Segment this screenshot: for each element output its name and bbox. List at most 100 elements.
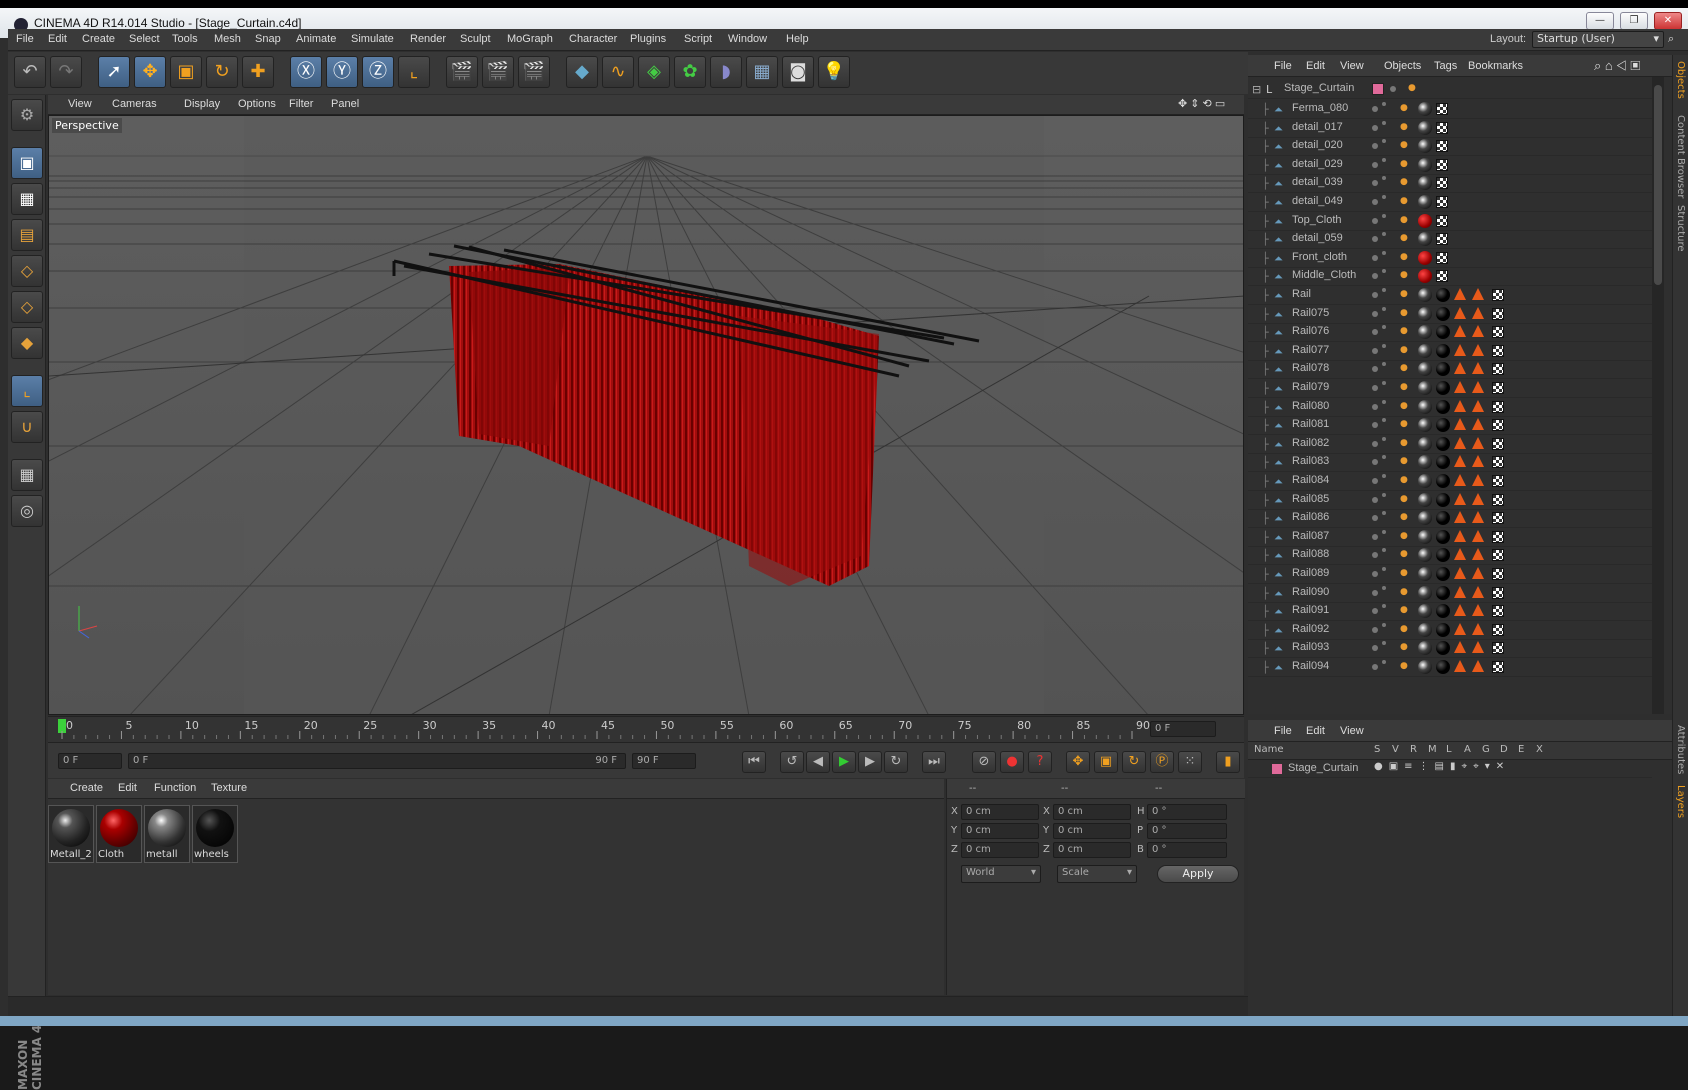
render-visibility-dot[interactable] (1382, 176, 1386, 181)
material-tag-icon[interactable] (1436, 567, 1450, 581)
object-row[interactable]: ├ ⏶ detail_029 ● (1248, 155, 1652, 175)
phong-tag-icon[interactable] (1454, 529, 1466, 542)
render-visibility-dot[interactable] (1382, 232, 1386, 237)
material-swatch[interactable]: Cloth (96, 805, 142, 863)
editor-visibility-dot[interactable] (1372, 143, 1378, 150)
object-row[interactable]: ├ ⏶ Rail092 ● (1248, 620, 1652, 640)
phong-tag-icon[interactable] (1454, 492, 1466, 505)
move-icon[interactable]: ✥ (134, 56, 166, 88)
viewport-menu-panel[interactable]: Panel (331, 98, 359, 110)
material-tag-icon[interactable] (1418, 511, 1432, 526)
material-tag-icon[interactable] (1436, 399, 1450, 414)
texture-mode-icon[interactable]: ▦ (11, 183, 43, 215)
texture-tag-icon[interactable] (1436, 121, 1448, 134)
next-frame-icon[interactable]: ▶ (858, 751, 882, 773)
render-visibility-dot[interactable] (1382, 362, 1386, 367)
material-tag-icon[interactable] (1418, 548, 1432, 563)
phong-tag-icon[interactable] (1454, 604, 1466, 617)
frame-range-slider[interactable]: 0 F 90 F (128, 753, 626, 769)
material-menu-function[interactable]: Function (154, 782, 196, 794)
cube-object-icon[interactable]: ◆ (566, 56, 598, 88)
texture-tag-icon[interactable] (1492, 344, 1504, 357)
editor-visibility-dot[interactable] (1372, 552, 1378, 559)
editor-visibility-dot[interactable] (1372, 366, 1378, 373)
tab-layers[interactable]: Layers (1675, 785, 1686, 818)
texture-tag-icon[interactable] (1492, 475, 1504, 487)
material-tag-icon[interactable] (1436, 474, 1450, 488)
render-visibility-dot[interactable] (1382, 455, 1386, 460)
material-tag-icon[interactable] (1418, 269, 1432, 284)
texture-tag-icon[interactable] (1436, 158, 1448, 171)
timeline-ruler[interactable]: 0 5 10 15 20 25 30 35 40 45 50 55 60 65 70 75 80 85 90 (48, 717, 1244, 743)
material-tag-icon[interactable] (1418, 213, 1432, 228)
restore-button[interactable]: ❐ (1620, 12, 1648, 30)
editor-visibility-dot[interactable] (1372, 571, 1378, 577)
render-visibility-dot[interactable] (1382, 474, 1386, 478)
texture-tag-icon[interactable] (1492, 400, 1504, 413)
material-menu-edit[interactable]: Edit (118, 782, 137, 794)
material-tag-icon[interactable] (1418, 585, 1432, 600)
material-swatch[interactable]: metall (144, 805, 190, 863)
scrollbar-thumb[interactable] (1654, 85, 1662, 285)
undo-icon[interactable]: ↶ (14, 56, 46, 88)
render-visibility-dot[interactable] (1382, 195, 1386, 199)
rot-h-field[interactable]: 0 ° (1147, 804, 1227, 820)
editor-visibility-dot[interactable] (1372, 496, 1378, 503)
material-tag-icon[interactable] (1436, 306, 1450, 321)
material-tag-icon[interactable] (1436, 288, 1450, 302)
key-pla-icon[interactable]: ⁙ (1178, 751, 1202, 773)
phong-tag-icon[interactable] (1454, 288, 1466, 300)
phong-tag-icon[interactable] (1472, 511, 1484, 524)
phong-tag-icon[interactable] (1454, 381, 1466, 393)
phong-tag-icon[interactable] (1454, 660, 1466, 672)
record-keys-icon[interactable]: ⊘ (972, 751, 996, 773)
key-rotation-icon[interactable]: ↻ (1122, 751, 1146, 773)
material-tag-icon[interactable] (1436, 325, 1450, 340)
render-visibility-dot[interactable] (1382, 622, 1386, 627)
texture-tag-icon[interactable] (1436, 214, 1448, 227)
texture-tag-icon[interactable] (1492, 382, 1504, 394)
material-tag-icon[interactable] (1418, 641, 1432, 656)
material-menu-create[interactable]: Create (70, 782, 103, 794)
object-row[interactable]: ├ ⏶ detail_049 ● (1248, 192, 1652, 212)
material-tag-icon[interactable] (1418, 176, 1432, 191)
menu-help[interactable]: Help (786, 33, 809, 45)
object-row[interactable]: ├ ⏶ Rail089 ● (1248, 564, 1652, 584)
visibility-dot[interactable] (1390, 86, 1396, 92)
nurbs-icon[interactable]: ◈ (638, 56, 670, 88)
render-visibility-dot[interactable] (1382, 269, 1386, 274)
render-visibility-dot[interactable] (1382, 492, 1386, 497)
menu-script[interactable]: Script (684, 33, 712, 45)
render-visibility-dot[interactable] (1382, 511, 1386, 516)
om-menu-tags[interactable]: Tags (1434, 60, 1457, 72)
editor-visibility-dot[interactable] (1372, 273, 1378, 280)
editor-visibility-dot[interactable] (1372, 533, 1378, 540)
timeline[interactable]: 0 5 10 15 20 25 30 35 40 45 50 55 60 65 70 75 80 85 90 0 F (48, 716, 1244, 742)
material-tag-icon[interactable] (1418, 325, 1432, 340)
render-visibility-dot[interactable] (1382, 250, 1386, 255)
object-row[interactable]: ├ ⏶ Rail075 ● (1248, 304, 1652, 324)
material-tag-icon[interactable] (1418, 474, 1432, 488)
editor-visibility-dot[interactable] (1372, 459, 1378, 466)
make-editable-icon[interactable]: ⚙ (11, 99, 43, 131)
menu-animate[interactable]: Animate (296, 33, 336, 45)
editor-visibility-dot[interactable] (1372, 347, 1378, 354)
menu-tools[interactable]: Tools (172, 33, 198, 45)
editor-visibility-dot[interactable] (1372, 217, 1378, 224)
viewport-menu-cameras[interactable]: Cameras (112, 98, 157, 110)
phong-tag-icon[interactable] (1472, 474, 1484, 486)
layout-dropdown[interactable]: Startup (User) ▾ (1532, 31, 1664, 48)
object-row-root[interactable]: ⊟ L Stage_Curtain ● (1248, 79, 1652, 99)
phong-tag-icon[interactable] (1472, 306, 1484, 319)
pos-z-field[interactable]: 0 cm (961, 842, 1039, 858)
live-selection-icon[interactable]: ➚ (98, 56, 130, 88)
om-menu-file[interactable]: File (1274, 60, 1292, 72)
previous-frame-icon[interactable]: ◀ (806, 751, 830, 773)
keyframe-selection-icon[interactable]: ? (1028, 751, 1052, 773)
editor-visibility-dot[interactable] (1372, 385, 1378, 391)
editor-visibility-dot[interactable] (1372, 310, 1378, 317)
timeline-window-icon[interactable]: ▮ (1216, 751, 1240, 773)
phong-tag-icon[interactable] (1472, 660, 1484, 672)
material-tag-icon[interactable] (1418, 455, 1432, 470)
menu-mesh[interactable]: Mesh (214, 33, 241, 45)
